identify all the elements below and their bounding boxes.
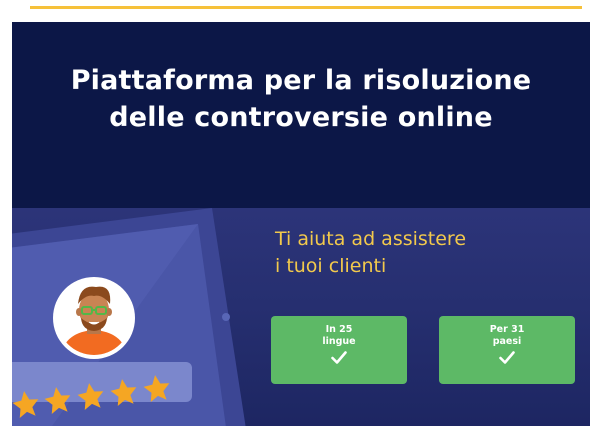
badge-line-2: paesi	[492, 335, 522, 347]
countries-badge: Per 31 paesi	[439, 316, 575, 384]
badge-line-2: lingue	[322, 335, 356, 347]
page: Piattaforma per la risoluzione delle con…	[0, 0, 602, 436]
badge-line-1: Per 31	[489, 324, 525, 335]
tagline: Ti aiuta ad assistere i tuoi clienti	[275, 226, 466, 280]
checkmark-icon	[499, 350, 515, 364]
badge-line-1: In 25	[325, 324, 353, 335]
checkmark-icon	[331, 350, 347, 364]
top-divider	[30, 6, 582, 9]
avatar	[53, 277, 135, 359]
promo-banner[interactable]: Piattaforma per la risoluzione delle con…	[12, 22, 590, 426]
languages-badge: In 25 lingue	[271, 316, 407, 384]
tablet-camera	[222, 313, 230, 321]
tagline-line-2: i tuoi clienti	[275, 254, 387, 277]
tagline-line-1: Ti aiuta ad assistere	[275, 228, 467, 250]
